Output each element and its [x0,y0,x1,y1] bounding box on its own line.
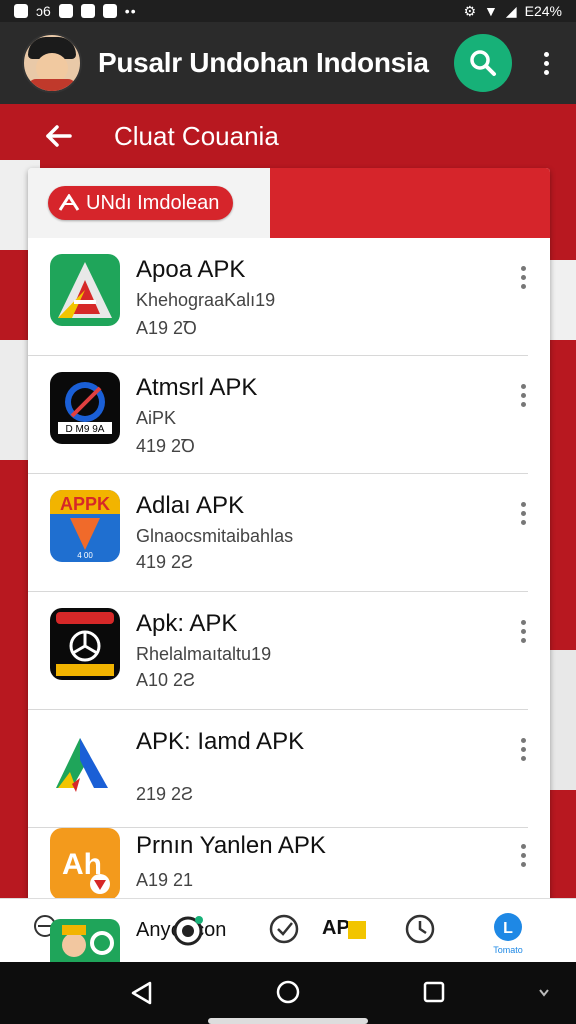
app-list-item[interactable]: APPK 4 00 Adlaı APK Glnaocsmitaibahlas 4… [28,474,550,592]
app-name: Atmsrl APK [136,374,258,401]
nav-item-updates[interactable] [268,913,300,945]
app-icon [50,726,120,798]
wifi-icon: ▼ [484,3,498,19]
app-list-item[interactable]: Apk: APK Rhelalmaıtaltu19 A10 2Ƨ [28,592,550,710]
bottom-navigation: Anyꞷ con AP L Tomato [0,898,576,963]
nav-item-profile[interactable]: L Tomato [490,911,526,955]
notification-icon [14,4,28,18]
status-bar: ↄ6 •• ⚙ ▼ ◢ E24% [0,0,576,22]
status-left-text: ↄ6 [36,3,51,19]
app-version: 419 2Ƨ [136,552,194,572]
featured-app-icon[interactable] [50,919,120,963]
page-title: Cluat Couania [114,120,279,151]
nav-item-apk[interactable]: AP [322,917,350,940]
svg-text:4 00: 4 00 [77,551,93,560]
app-icon [50,608,120,680]
app-list-item[interactable]: Apoa APK KhehograaKalı19 A19 2Ꝺ [28,238,550,356]
svg-text:L: L [503,920,513,937]
avatar[interactable] [22,33,82,93]
gesture-handle [208,1018,368,1024]
notification-icon [80,4,95,18]
item-menu-button[interactable] [521,266,526,289]
item-menu-button[interactable] [521,844,526,867]
clock-icon [405,914,435,944]
recents-square-icon[interactable] [422,980,446,1004]
category-chip[interactable]: UNdı Imdolean [48,186,234,220]
signal-icon: ◢ [505,2,517,19]
app-version: 219 2Ƨ [136,784,194,804]
app-bar: Pusalr Undohan Indonsia [0,22,576,104]
app-subtitle: Rhelalmaıtaltu19 [136,644,272,664]
app-version: A19 21 [136,870,194,890]
battery-text: E24% [524,3,562,19]
app-list-item[interactable]: D M9 9A Atmsrl APK AiPK 419 2Ꝺ [28,356,550,474]
item-menu-button[interactable] [521,620,526,643]
app-name: Apoa APK [136,256,246,283]
background-stripe [548,260,576,340]
app-subtitle: Glnaocsmitaibahlas [136,526,294,546]
search-button[interactable] [454,34,512,92]
app-version: A10 2Ƨ [136,670,196,690]
app-list-item[interactable]: APK: Iamd APK 219 2Ƨ [28,710,550,828]
app-name: Prnın Yanlen APK [136,832,326,859]
background-stripe [0,340,30,460]
badge-icon [348,921,366,939]
app-icon: APPK 4 00 [50,490,120,562]
notification-icon [58,4,73,18]
home-circle-icon[interactable] [276,980,300,1004]
card-header: UNdı Imdolean [28,168,550,238]
system-navigation-bar [0,962,576,1024]
svg-text:D M9 9A: D M9 9A [66,424,105,435]
item-menu-button[interactable] [521,384,526,407]
app-name: APK: Iamd APK [136,728,305,755]
item-menu-button[interactable] [521,502,526,525]
svg-text:APPK: APPK [60,494,110,514]
app-version: 419 2Ꝺ [136,436,196,456]
app-subtitle: AiPK [136,408,177,428]
back-triangle-icon[interactable] [130,980,154,1006]
app-version: A19 2Ꝺ [136,318,198,338]
nav-item-history[interactable] [404,913,436,945]
app-icon [50,254,120,326]
app-title: Pusalr Undohan Indonsia [98,47,429,78]
app-list-card: UNdı Imdolean Apoa APK KhehograaKalı19 A… [28,168,550,908]
background-stripe [548,650,576,790]
sub-header: Cluat Couania [0,104,576,168]
notification-icon [102,4,117,18]
overflow-menu-button[interactable] [534,51,558,75]
app-icon: D M9 9A [50,372,120,444]
nav-label: Tomato [493,945,523,955]
more-notifications-icon: •• [124,3,137,19]
profile-icon: L [494,913,522,941]
play-icon [172,915,204,952]
app-name: Apk: APK [136,610,238,637]
keyboard-hide-icon[interactable] [538,988,550,998]
clock-check-icon [269,914,299,944]
item-menu-button[interactable] [521,738,526,761]
app-icon: Ah [50,828,120,900]
flag-logo-icon [58,194,80,211]
app-name: Adlaı APK [136,492,245,519]
search-icon [470,50,496,76]
category-chip-label: UNdı Imdolean [86,191,220,214]
app-list-item[interactable]: Ah Prnın Yanlen APK A19 21 [28,818,550,908]
back-arrow-icon[interactable] [44,121,74,151]
nav-label: AP [322,917,350,939]
alarm-icon: ⚙ [463,2,476,19]
app-subtitle: KhehograaKalı19 [136,290,276,310]
